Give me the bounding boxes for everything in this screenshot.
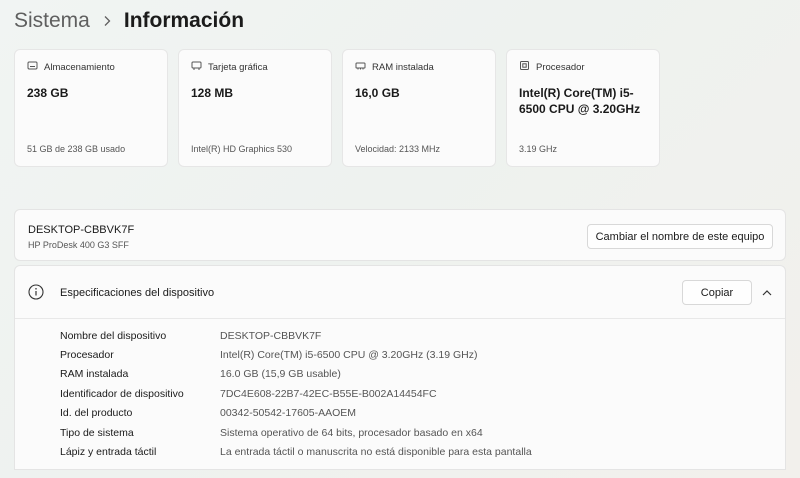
- card-title: RAM instalada: [372, 61, 434, 73]
- spec-label: RAM instalada: [60, 368, 129, 381]
- spec-label: Procesador: [60, 349, 114, 362]
- device-specs-panel: Especificaciones del dispositivo Copiar …: [14, 265, 786, 470]
- specs-header[interactable]: Especificaciones del dispositivo Copiar: [15, 266, 785, 319]
- info-icon: [28, 284, 44, 305]
- device-name-card: DESKTOP-CBBVK7F HP ProDesk 400 G3 SFF Ca…: [14, 209, 786, 261]
- chevron-up-icon[interactable]: [761, 286, 773, 304]
- spec-row: Identificador de dispositivo 7DC4E608-22…: [60, 384, 532, 403]
- spec-row: Id. del producto 00342-50542-17605-AAOEM: [60, 404, 532, 423]
- spec-value: Intel(R) Core(TM) i5-6500 CPU @ 3.20GHz …: [220, 349, 478, 362]
- spec-value: La entrada táctil o manuscrita no está d…: [220, 446, 532, 459]
- card-title: Procesador: [536, 61, 585, 73]
- device-model: HP ProDesk 400 G3 SFF: [28, 240, 129, 250]
- card-subtext: Velocidad: 2133 MHz: [355, 144, 441, 154]
- card-ram[interactable]: RAM instalada 16,0 GB Velocidad: 2133 MH…: [342, 49, 496, 167]
- card-processor[interactable]: Procesador Intel(R) Core(TM) i5-6500 CPU…: [506, 49, 660, 167]
- card-value: 238 GB: [27, 86, 69, 100]
- spec-label: Tipo de sistema: [60, 426, 134, 439]
- storage-icon: [27, 60, 38, 74]
- graphics-card-icon: [191, 60, 202, 74]
- spec-value: 00342-50542-17605-AAOEM: [220, 407, 357, 420]
- page-title: Información: [123, 9, 245, 32]
- ram-icon: [355, 60, 366, 74]
- breadcrumb-parent[interactable]: Sistema: [14, 9, 90, 33]
- spec-row: Tipo de sistema Sistema operativo de 64 …: [60, 423, 532, 442]
- spec-value: 16.0 GB (15,9 GB usable): [220, 368, 341, 381]
- spec-label: Nombre del dispositivo: [60, 329, 167, 342]
- spec-row: Procesador Intel(R) Core(TM) i5-6500 CPU…: [60, 345, 532, 364]
- spec-value: 7DC4E608-22B7-42EC-B55E-B002A14454FC: [220, 387, 437, 400]
- card-value: 16,0 GB: [355, 86, 400, 100]
- card-title: Tarjeta gráfica: [208, 61, 268, 73]
- breadcrumb: Sistema Información: [14, 6, 244, 36]
- specs-title: Especificaciones del dispositivo: [60, 287, 215, 299]
- spec-row: Lápiz y entrada táctil La entrada táctil…: [60, 442, 532, 461]
- copy-button[interactable]: Copiar: [682, 280, 752, 305]
- processor-icon: [519, 60, 530, 74]
- card-subtext: 51 GB de 238 GB usado: [27, 144, 126, 154]
- spec-value: Sistema operativo de 64 bits, procesador…: [220, 426, 483, 439]
- device-name: DESKTOP-CBBVK7F: [28, 224, 135, 236]
- card-subtext: Intel(R) HD Graphics 530: [191, 144, 293, 154]
- spec-label: Id. del producto: [60, 407, 133, 420]
- spec-label: Identificador de dispositivo: [60, 387, 184, 400]
- chevron-right-icon: [102, 15, 112, 27]
- card-graphics[interactable]: Tarjeta gráfica 128 MB Intel(R) HD Graph…: [178, 49, 332, 167]
- specs-table: Nombre del dispositivo DESKTOP-CBBVK7F P…: [60, 326, 532, 462]
- summary-cards: Almacenamiento 238 GB 51 GB de 238 GB us…: [14, 49, 660, 167]
- card-title: Almacenamiento: [44, 61, 115, 73]
- spec-label: Lápiz y entrada táctil: [60, 446, 157, 459]
- spec-row: Nombre del dispositivo DESKTOP-CBBVK7F: [60, 326, 532, 345]
- card-subtext: 3.19 GHz: [519, 144, 558, 154]
- spec-row: RAM instalada 16.0 GB (15,9 GB usable): [60, 365, 532, 384]
- card-value: 128 MB: [191, 86, 234, 100]
- card-storage[interactable]: Almacenamiento 238 GB 51 GB de 238 GB us…: [14, 49, 168, 167]
- card-value: Intel(R) Core(TM) i5-6500 CPU @ 3.20GHz: [519, 86, 641, 116]
- spec-value: DESKTOP-CBBVK7F: [220, 329, 322, 342]
- rename-pc-button[interactable]: Cambiar el nombre de este equipo: [587, 224, 773, 249]
